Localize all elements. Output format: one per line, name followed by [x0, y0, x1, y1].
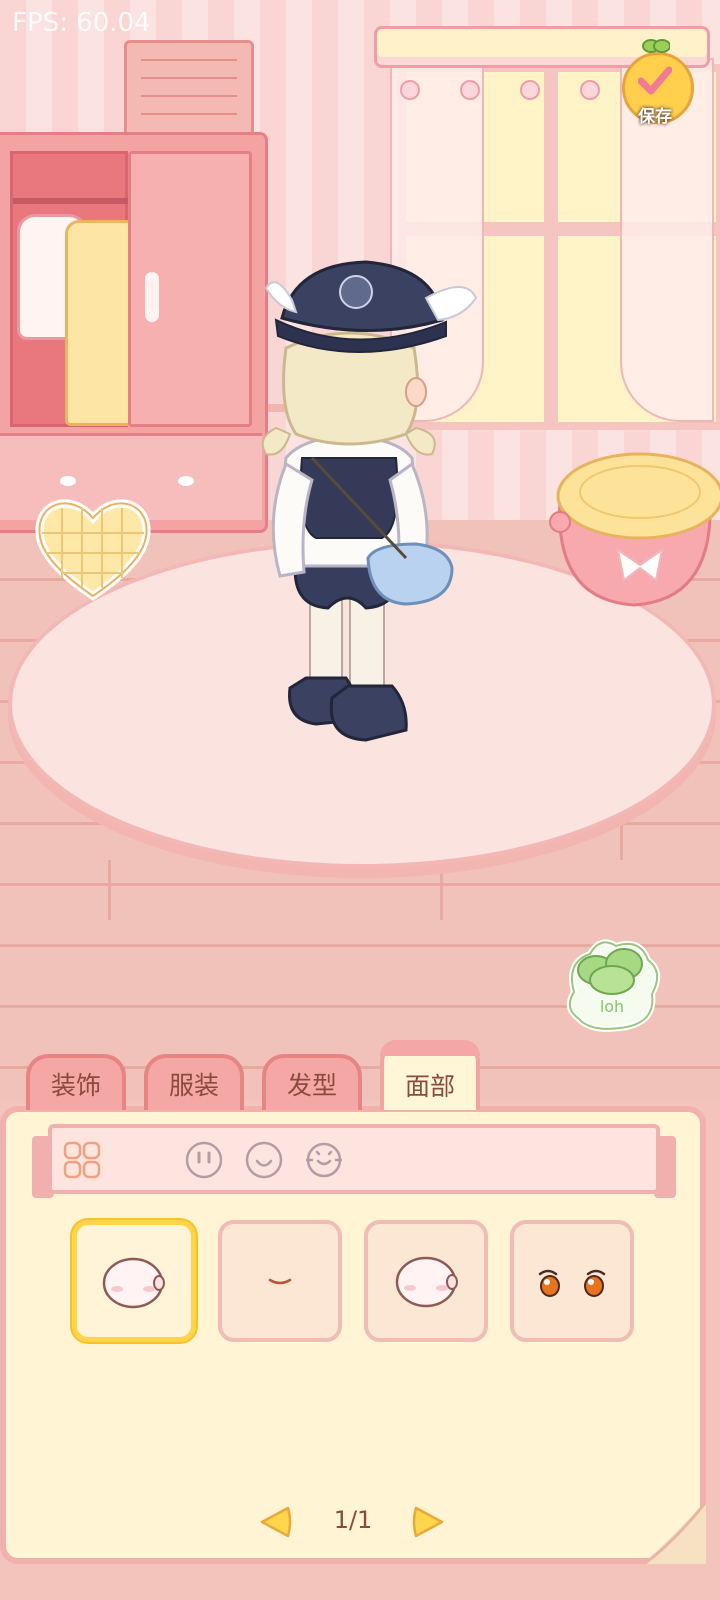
- shelf-box: [124, 40, 254, 138]
- wardrobe: [0, 132, 268, 533]
- heart-cushion: [35, 499, 151, 601]
- tab-hairstyle[interactable]: 发型: [262, 1054, 362, 1110]
- pager: 1/1: [258, 1500, 448, 1546]
- face-blush-icon[interactable]: [304, 1140, 344, 1180]
- sprout-icon: [642, 39, 670, 53]
- mouth-smile-icon: [268, 1278, 292, 1285]
- face-item-4[interactable]: [510, 1220, 634, 1342]
- face-item-3[interactable]: [364, 1220, 488, 1342]
- pink-ottoman: [549, 452, 720, 607]
- grid-all-icon[interactable]: [62, 1140, 102, 1180]
- tab-clothing[interactable]: 服装: [144, 1054, 244, 1110]
- tab-decoration[interactable]: 装饰: [26, 1054, 126, 1110]
- fps-counter: FPS: 60.04: [12, 8, 151, 38]
- plant-pet-button[interactable]: loh: [560, 932, 664, 1036]
- subcategory-bar: [48, 1124, 660, 1194]
- arrow-right-icon[interactable]: [410, 1504, 446, 1540]
- save-label: 保存: [638, 107, 672, 127]
- face-blank-icon: [102, 1257, 165, 1309]
- arrow-left-icon[interactable]: [258, 1504, 294, 1540]
- face-item-2[interactable]: [218, 1220, 342, 1342]
- page-indicator: 1/1: [333, 1506, 373, 1534]
- checkmark-icon: [638, 66, 672, 95]
- category-tabs: 装饰 服装 发型 面部: [26, 1040, 496, 1110]
- face-mouth-icon[interactable]: [244, 1140, 284, 1180]
- save-button[interactable]: 保存: [620, 36, 694, 127]
- page-curl-decoration: [644, 1502, 706, 1564]
- svg-text:loh: loh: [600, 997, 624, 1016]
- eyes-orange-icon: [538, 1269, 606, 1297]
- face-item-1[interactable]: [72, 1220, 196, 1342]
- avatar-character: [261, 260, 478, 742]
- face-blank-icon: [395, 1256, 458, 1308]
- tab-face[interactable]: 面部: [380, 1040, 480, 1110]
- face-eyes-icon[interactable]: [184, 1140, 224, 1180]
